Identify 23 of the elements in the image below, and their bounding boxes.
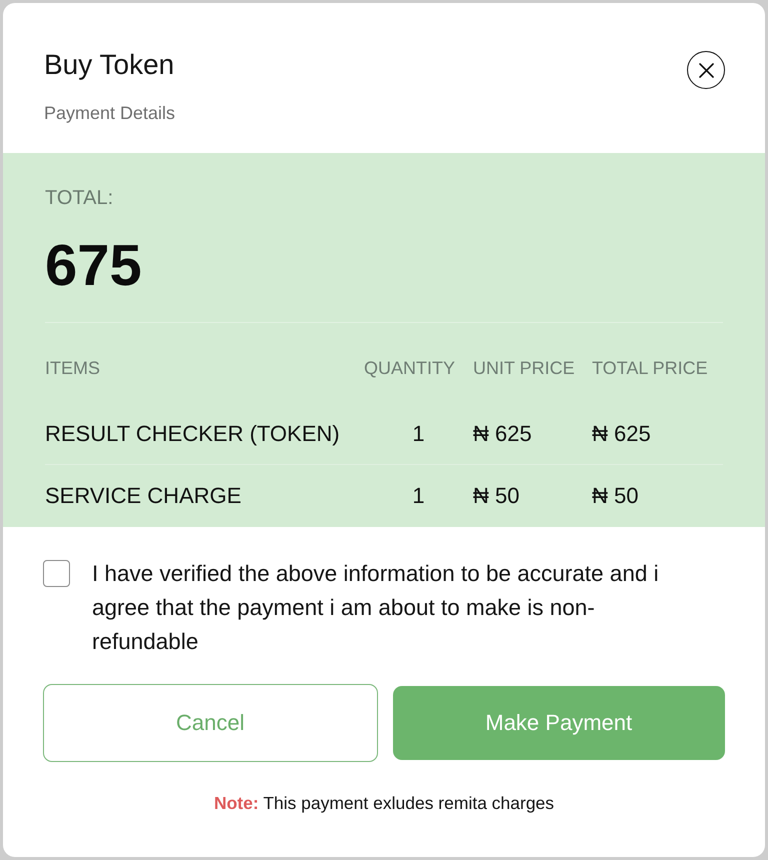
close-icon [698,62,714,78]
total-price-cell: ₦ 625 [592,420,651,448]
close-button[interactable] [687,51,725,89]
agreement-checkbox[interactable] [43,560,70,587]
payment-note: Note: This payment exludes remita charges [214,792,554,815]
unit-price-cell: ₦ 625 [473,420,532,448]
total-label: TOTAL: [45,186,114,210]
make-payment-button[interactable]: Make Payment [392,686,725,760]
column-header: QUANTITY [364,357,456,380]
quantity-cell: 1 [412,482,425,510]
unit-price-cell: ₦ 50 [473,482,520,510]
agreement-text: I have verified the above information to be accurate and i agree that the payment i am about to make is non-refundable [92,560,660,656]
total-price-cell: ₦ 50 [592,482,638,510]
item-cell: RESULT CHECKER (TOKEN) [45,420,340,448]
column-header: UNIT PRICE [473,357,575,380]
total-amount: 675 [45,234,143,298]
cancel-button[interactable]: Cancel [43,684,378,762]
item-cell: SERVICE CHARGE [45,482,242,510]
dialog-title: Buy Token [44,48,176,82]
column-header: TOTAL PRICE [592,357,708,380]
column-header: ITEMS [45,357,100,380]
quantity-cell: 1 [412,420,425,448]
dialog-subtitle: Payment Details [44,102,176,125]
